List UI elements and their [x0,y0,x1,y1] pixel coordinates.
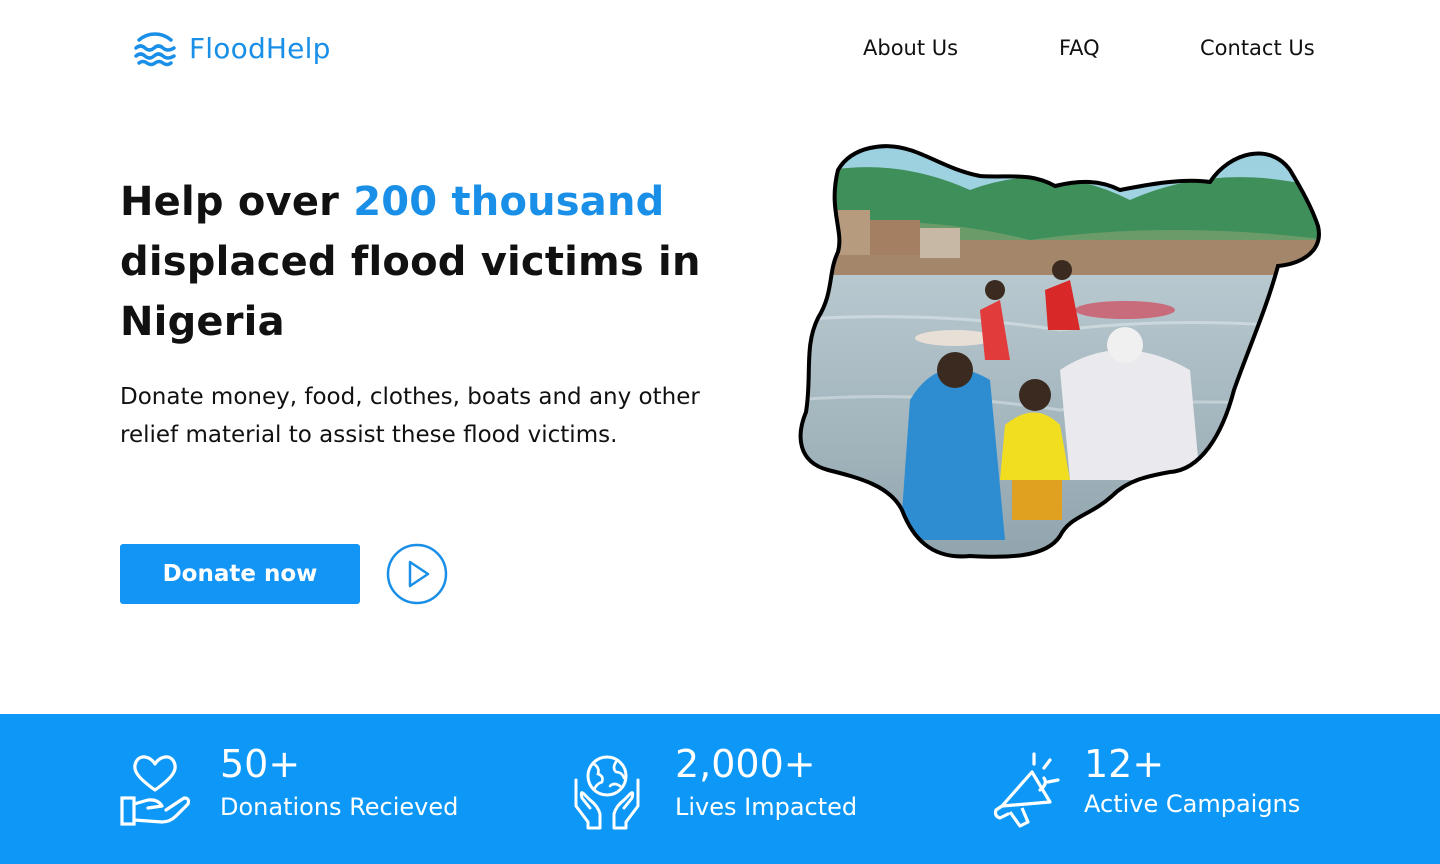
heart-hand-icon [120,755,191,826]
hero-title: Help over 200 thousand displaced flood v… [120,172,740,352]
stat-donations: 50+ Donations Recieved [0,714,480,864]
hero-title-suffix: displaced flood victims in Nigeria [120,239,701,345]
megaphone-icon [993,752,1060,828]
hero-title-prefix: Help over [120,179,354,225]
play-icon[interactable] [386,543,448,605]
stats-bar: 50+ Donations Recieved 2,000+ Lives Impa… [0,714,1440,864]
site-header: FloodHelp About Us FAQ Contact Us [0,0,1440,100]
stat-lives: 2,000+ Lives Impacted [480,714,910,864]
nav-contact-us[interactable]: Contact Us [1200,36,1315,60]
hero-subtitle: Donate money, food, clothes, boats and a… [120,384,700,448]
donate-now-button[interactable]: Donate now [120,544,360,604]
nav-faq[interactable]: FAQ [1059,36,1100,60]
nav-about-us[interactable]: About Us [863,36,958,60]
stat-donations-label: Donations Recieved [220,793,459,821]
main-nav: About Us FAQ Contact Us [0,36,1440,66]
globe-hands-icon [574,755,640,830]
hero-title-accent: 200 thousand [353,179,665,225]
stat-lives-value: 2,000+ [675,742,816,786]
stat-campaigns: 12+ Active Campaigns [910,714,1440,864]
nigeria-map-photo [798,144,1321,559]
stat-lives-label: Lives Impacted [675,793,858,821]
stat-campaigns-label: Active Campaigns [1084,790,1301,818]
stat-donations-value: 50+ [220,742,301,786]
stat-campaigns-value: 12+ [1084,742,1165,786]
